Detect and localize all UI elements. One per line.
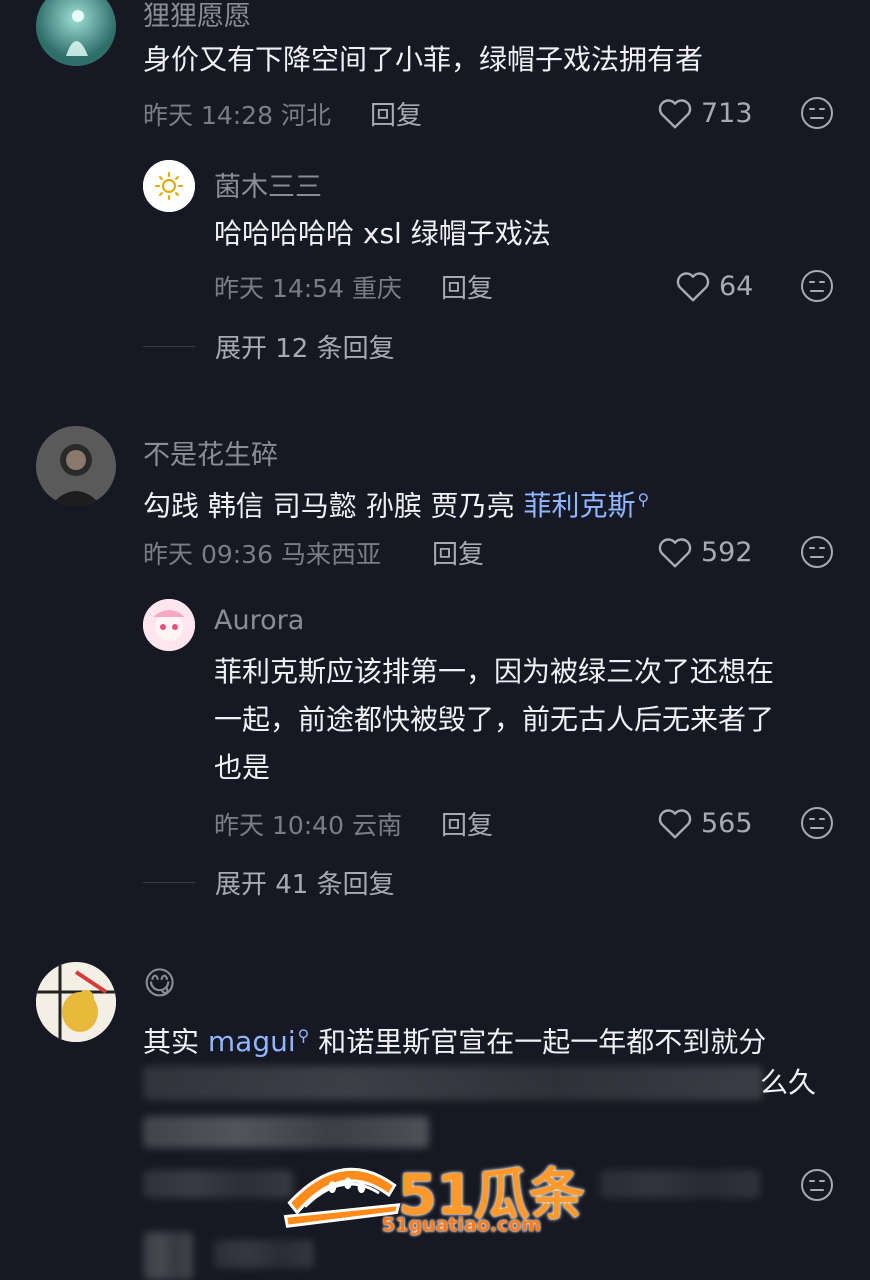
heart-icon bbox=[658, 809, 692, 839]
reply-text: 哈哈哈哈哈 xsl 绿帽子戏法 bbox=[214, 217, 551, 250]
expand-replies-button[interactable]: 展开 12 条回复 bbox=[143, 328, 395, 365]
blurred-text bbox=[143, 1116, 429, 1148]
dislike-icon[interactable] bbox=[800, 1168, 834, 1202]
heart-icon bbox=[658, 538, 692, 568]
blurred-meta bbox=[600, 1170, 760, 1198]
search-icon: ⚲ bbox=[637, 490, 650, 509]
hashtag-link[interactable]: magui ⚲ bbox=[208, 1025, 309, 1058]
like-button[interactable]: 64 bbox=[675, 269, 753, 303]
comment-username[interactable]: 不是花生碎 bbox=[143, 433, 278, 472]
reply-text: 菲利克斯应该排第一，因为被绿三次了还想在 一起，前途都快被毁了，前无古人后无来者… bbox=[214, 655, 775, 784]
comment-text: 身价又有下降空间了小菲，绿帽子戏法拥有者 bbox=[143, 43, 704, 76]
blurred-text bbox=[143, 1066, 763, 1100]
dislike-icon[interactable] bbox=[800, 535, 834, 569]
comment-text: 其实 magui ⚲ 和诺里斯官宣在一起一年都不到就分 bbox=[143, 1025, 767, 1059]
blurred-avatar bbox=[143, 1232, 193, 1280]
expand-replies-button[interactable]: 展开 41 条回复 bbox=[143, 864, 395, 901]
dislike-icon[interactable] bbox=[800, 806, 834, 840]
divider bbox=[143, 882, 195, 883]
search-icon: ⚲ bbox=[297, 1026, 310, 1045]
reply-time: 昨天 10:40 云南 bbox=[214, 811, 402, 840]
blurred-meta bbox=[143, 1170, 293, 1198]
reply-button[interactable]: 回复 bbox=[441, 268, 493, 305]
comment-text-tail: 么久 bbox=[760, 1066, 817, 1099]
reply-button[interactable]: 回复 bbox=[432, 534, 484, 571]
like-button[interactable]: 592 bbox=[657, 535, 753, 569]
like-button[interactable]: 713 bbox=[657, 96, 753, 130]
like-button[interactable]: 565 bbox=[657, 806, 753, 840]
comment-time: 昨天 14:28 河北 bbox=[143, 101, 331, 130]
divider bbox=[143, 346, 195, 347]
dislike-icon[interactable] bbox=[800, 269, 834, 303]
hashtag-link[interactable]: 菲利克斯 ⚲ bbox=[524, 489, 650, 522]
heart-icon bbox=[676, 272, 710, 302]
avatar[interactable] bbox=[143, 599, 195, 651]
like-count: 713 bbox=[701, 97, 753, 129]
comment-time: 昨天 09:36 马来西亚 bbox=[143, 540, 381, 569]
reply-username[interactable]: 菌木三三 bbox=[214, 165, 322, 204]
comment-username[interactable]: 狸狸愿愿 bbox=[143, 0, 251, 33]
watermark-logo: 51瓜条 51guatiao.com bbox=[282, 1148, 592, 1238]
like-count: 565 bbox=[701, 807, 753, 839]
heart-icon bbox=[658, 99, 692, 129]
like-count: 592 bbox=[701, 536, 753, 568]
reply-username[interactable]: Aurora bbox=[214, 605, 304, 636]
reply-button[interactable]: 回复 bbox=[370, 95, 422, 132]
blurred-username bbox=[214, 1240, 314, 1268]
reply-time: 昨天 14:54 重庆 bbox=[214, 274, 402, 303]
comment-list: 狸狸愿愿 身价又有下降空间了小菲，绿帽子戏法拥有者 昨天 14:28 河北 回复… bbox=[0, 0, 870, 1280]
avatar[interactable] bbox=[36, 426, 116, 506]
comment-text: 勾践 韩信 司马懿 孙膑 贾乃亮 菲利克斯 ⚲ bbox=[143, 489, 650, 523]
comment-username-emoji[interactable]: 😋 bbox=[143, 964, 176, 1002]
avatar[interactable] bbox=[36, 0, 116, 66]
dislike-icon[interactable] bbox=[800, 96, 834, 130]
watermark-url: 51guatiao.com bbox=[382, 1214, 542, 1236]
avatar[interactable] bbox=[36, 962, 116, 1042]
avatar[interactable] bbox=[143, 160, 195, 212]
like-count: 64 bbox=[719, 270, 754, 302]
reply-button[interactable]: 回复 bbox=[441, 805, 493, 842]
